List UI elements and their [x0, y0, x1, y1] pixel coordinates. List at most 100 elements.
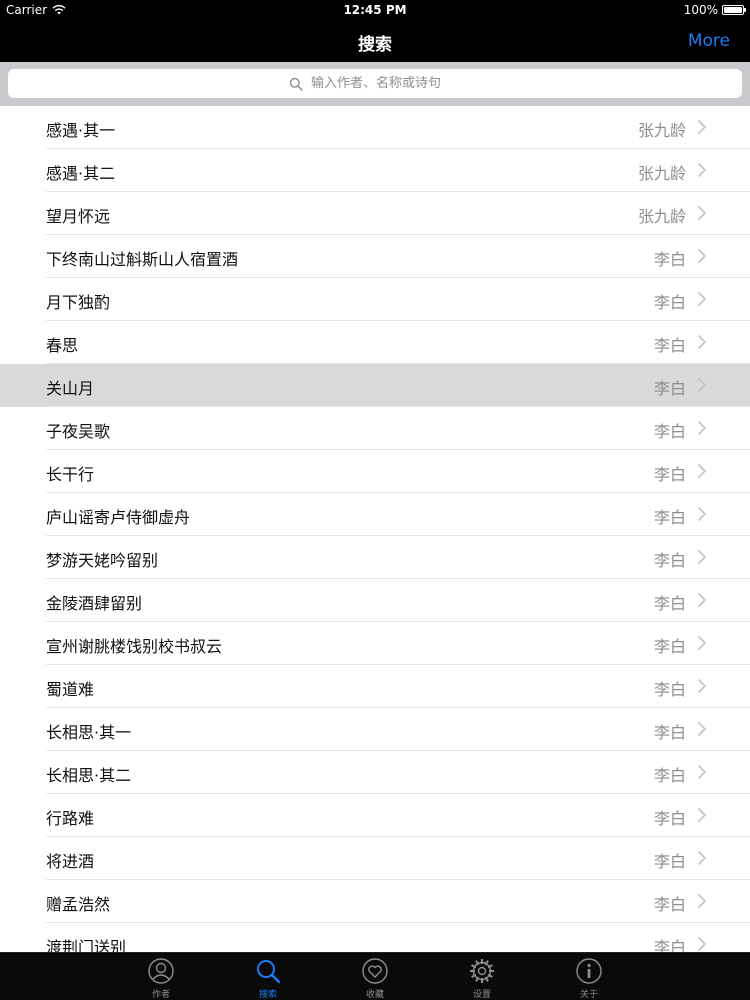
tab-search[interactable]: 搜索: [215, 953, 322, 1000]
poem-row[interactable]: 行路难 李白: [0, 794, 750, 837]
status-time: 12:45 PM: [343, 3, 407, 17]
poem-author: 张九龄: [637, 207, 686, 226]
poem-author: 张九龄: [637, 164, 686, 183]
poem-author: 李白: [653, 895, 686, 914]
poem-row[interactable]: 宣州谢朓楼饯别校书叔云 李白: [0, 622, 750, 665]
poem-row[interactable]: 下终南山过斛斯山人宿置酒 李白: [0, 235, 750, 278]
poem-list: 感遇·其一 张九龄 感遇·其二 张九龄 望月怀远 张九龄 下终南山过斛斯山人宿置…: [0, 106, 750, 952]
tab-label: 关于: [579, 990, 598, 1000]
poem-author: 李白: [653, 250, 686, 269]
status-right: 100%: [684, 3, 746, 17]
poem-row[interactable]: 感遇·其一 张九龄: [0, 106, 750, 149]
poem-row[interactable]: 感遇·其二 张九龄: [0, 149, 750, 192]
poem-title: 行路难: [46, 809, 95, 828]
poem-title: 春思: [46, 336, 79, 355]
tab-person[interactable]: 作者: [108, 953, 215, 1000]
tab-label: 收藏: [365, 990, 384, 1000]
chevron-right-icon: [698, 851, 706, 865]
chevron-right-icon: [698, 765, 706, 779]
poem-author: 李白: [653, 680, 686, 699]
chevron-right-icon: [698, 593, 706, 607]
tab-label: 搜索: [258, 990, 277, 1000]
poem-title: 渡荆门送别: [46, 938, 127, 952]
chevron-right-icon: [698, 722, 706, 736]
page-title: 搜索: [358, 35, 392, 55]
poem-row[interactable]: 关山月 李白: [0, 364, 750, 407]
poem-title: 梦游天姥吟留别: [46, 551, 159, 570]
poem-title: 感遇·其一: [46, 121, 116, 140]
poem-title: 长相思·其二: [46, 766, 132, 785]
poem-title: 宣州谢朓楼饯别校书叔云: [46, 637, 223, 656]
poem-title: 下终南山过斛斯山人宿置酒: [46, 250, 239, 269]
chevron-right-icon: [698, 120, 706, 134]
poem-title: 子夜吴歌: [46, 422, 111, 441]
poem-author: 李白: [653, 637, 686, 656]
tab-bar: 作者 搜索 收藏 设置 关于: [0, 952, 750, 1000]
poem-row[interactable]: 金陵酒肆留别 李白: [0, 579, 750, 622]
search-bar-container: [0, 62, 750, 106]
search-input[interactable]: [311, 76, 461, 91]
poem-author: 李白: [653, 938, 686, 952]
poem-row[interactable]: 长相思·其一 李白: [0, 708, 750, 751]
poem-row[interactable]: 赠孟浩然 李白: [0, 880, 750, 923]
poem-title: 望月怀远: [46, 207, 111, 226]
poem-title: 关山月: [46, 379, 95, 398]
chevron-right-icon: [698, 206, 706, 220]
poem-row[interactable]: 蜀道难 李白: [0, 665, 750, 708]
more-button[interactable]: More: [688, 31, 730, 51]
battery-icon: [722, 5, 746, 15]
poem-author: 张九龄: [637, 121, 686, 140]
poem-row[interactable]: 渡荆门送别 李白: [0, 923, 750, 952]
poem-title: 月下独酌: [46, 293, 111, 312]
poem-row[interactable]: 将进酒 李白: [0, 837, 750, 880]
info-icon: [576, 958, 602, 984]
poem-row[interactable]: 望月怀远 张九龄: [0, 192, 750, 235]
poem-title: 蜀道难: [46, 680, 95, 699]
tab-heart[interactable]: 收藏: [322, 953, 429, 1000]
search-icon: [289, 77, 303, 91]
search-icon: [257, 960, 281, 984]
poem-author: 李白: [653, 379, 686, 398]
poem-row[interactable]: 春思 李白: [0, 321, 750, 364]
poem-title: 庐山谣寄卢侍御虚舟: [46, 508, 191, 527]
poem-row[interactable]: 子夜吴歌 李白: [0, 407, 750, 450]
chevron-right-icon: [698, 894, 706, 908]
poem-author: 李白: [653, 723, 686, 742]
poem-author: 李白: [653, 852, 686, 871]
person-icon: [148, 958, 174, 984]
chevron-right-icon: [698, 163, 706, 177]
poem-title: 长相思·其一: [46, 723, 132, 742]
poem-title: 长干行: [46, 465, 95, 484]
chevron-right-icon: [698, 550, 706, 564]
poem-author: 李白: [653, 508, 686, 527]
search-field[interactable]: [8, 69, 742, 98]
status-bar: Carrier 12:45 PM 100%: [0, 0, 750, 20]
battery-fill: [724, 7, 742, 13]
chevron-right-icon: [698, 378, 706, 392]
chevron-right-icon: [698, 335, 706, 349]
tab-info[interactable]: 关于: [536, 953, 643, 1000]
poem-row[interactable]: 庐山谣寄卢侍御虚舟 李白: [0, 493, 750, 536]
tab-gear[interactable]: 设置: [429, 953, 536, 1000]
tab-label: 设置: [472, 990, 491, 1000]
app-window: Carrier 12:45 PM 100% 搜索 More 输入作者、名称或诗句…: [0, 0, 750, 1000]
poem-author: 李白: [653, 336, 686, 355]
poem-author: 李白: [653, 551, 686, 570]
poem-author: 李白: [653, 594, 686, 613]
poem-row[interactable]: 梦游天姥吟留别 李白: [0, 536, 750, 579]
navigation-bar: 搜索 More: [0, 20, 750, 62]
poem-row[interactable]: 长干行 李白: [0, 450, 750, 493]
poem-author: 李白: [653, 766, 686, 785]
poem-title: 感遇·其二: [46, 164, 116, 183]
chevron-right-icon: [698, 937, 706, 951]
chevron-right-icon: [698, 808, 706, 822]
poem-title: 赠孟浩然: [46, 895, 111, 914]
chevron-right-icon: [698, 636, 706, 650]
poem-title: 将进酒: [46, 852, 95, 871]
poem-title: 金陵酒肆留别: [46, 594, 143, 613]
poem-row[interactable]: 月下独酌 李白: [0, 278, 750, 321]
chevron-right-icon: [698, 249, 706, 263]
poem-row[interactable]: 长相思·其二 李白: [0, 751, 750, 794]
poem-author: 李白: [653, 293, 686, 312]
chevron-right-icon: [698, 679, 706, 693]
